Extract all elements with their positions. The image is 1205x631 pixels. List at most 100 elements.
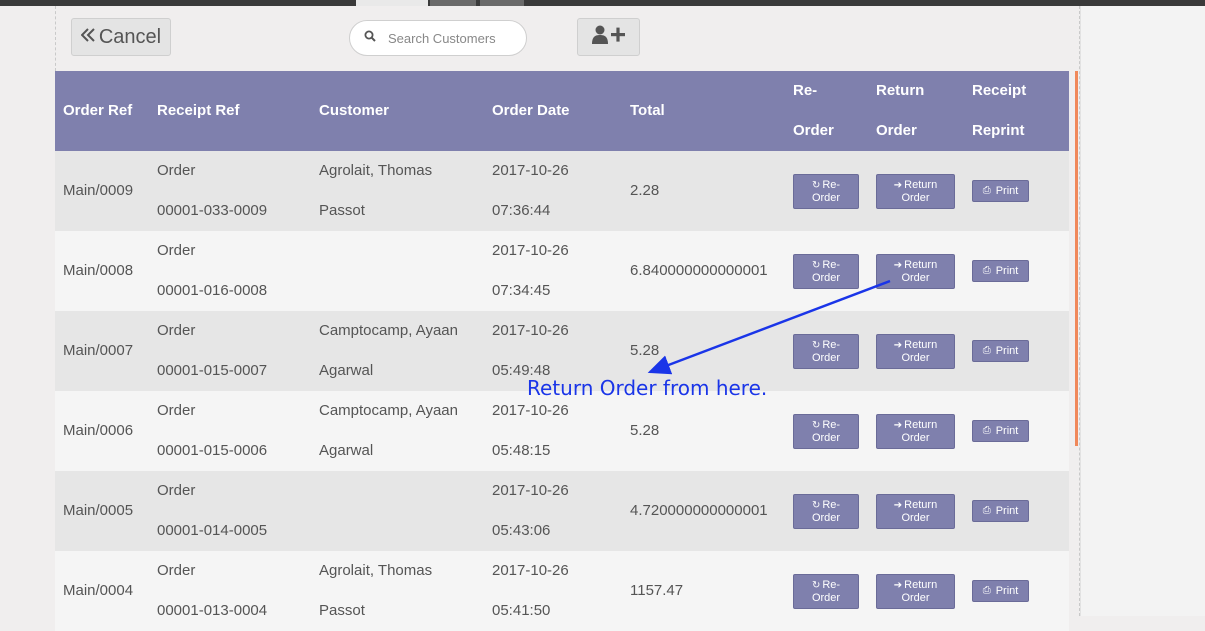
add-customer-button[interactable] [577,18,640,56]
cell-return: ➔ Return Order [868,471,964,551]
reorder-button[interactable]: ↻ Re- Order [793,173,859,209]
cell-customer [311,471,484,551]
print-button[interactable]: ⎙ Print [972,340,1029,363]
print-button[interactable]: ⎙ Print [972,500,1029,523]
print-button[interactable]: ⎙ Print [972,420,1029,443]
right-side-panel [1080,6,1205,616]
cell-print: ⎙ Print [964,471,1069,551]
cell-receipt-ref: Order 00001-015-0006 [157,402,268,459]
table-row[interactable]: Main/0006 Order 00001-015-0006 Camptocamp, … [55,391,1069,471]
table-row[interactable]: Main/0005 Order 00001-014-0005 2017-10-26 05… [55,471,1069,551]
table-row[interactable]: Main/0004 Order 00001-013-0004 Agrolait, Th… [55,551,1069,631]
cell-reorder: ↻ Re- Order [785,231,868,311]
print-icon: ⎙ [982,505,991,517]
header-total[interactable]: Total [622,71,785,151]
search-box[interactable] [349,20,527,56]
return-order-button[interactable]: ➔ Return Order [876,173,955,209]
top-tab-bar [0,0,1205,6]
sign-in-icon: ➔ [893,179,903,191]
sign-in-icon: ➔ [893,499,903,511]
sign-in-icon: ➔ [893,579,903,591]
print-button[interactable]: ⎙ Print [972,580,1029,603]
return-order-button[interactable]: ➔ Return Order [876,333,955,369]
cell-order-date: 2017-10-26 07:34:45 [492,242,569,299]
return-order-button[interactable]: ➔ Return Order [876,413,955,449]
cell-customer: Camptocamp, Ayaan Agarwal [319,402,458,459]
cell-print: ⎙ Print [964,311,1069,391]
print-icon: ⎙ [982,425,991,437]
orders-table: Order Ref Receipt Ref Customer Order Dat… [55,71,1069,631]
cell-print: ⎙ Print [964,231,1069,311]
cell-order-ref: Main/0006 [63,422,134,439]
cell-order-ref: Main/0007 [63,342,134,359]
user-plus-icon [591,25,626,50]
cell-receipt-ref: Order 00001-014-0005 [157,482,268,539]
cell-receipt-ref: Order 00001-016-0008 [157,242,268,299]
cancel-button[interactable]: Cancel [71,18,171,56]
reorder-button[interactable]: ↻ Re- Order [793,573,859,609]
print-button[interactable]: ⎙ Print [972,180,1029,203]
cell-receipt-ref: Order 00001-033-0009 [157,162,268,219]
refresh-icon: ↻ [811,419,821,431]
table-row[interactable]: Main/0008 Order 00001-016-0008 2017-10-26 07… [55,231,1069,311]
cell-total: 4.720000000000001 [630,502,768,519]
table-header-row: Order Ref Receipt Ref Customer Order Dat… [55,71,1069,151]
reorder-button[interactable]: ↻ Re- Order [793,413,859,449]
header-receipt-ref[interactable]: Receipt Ref [149,71,311,151]
top-tab-active[interactable] [356,0,428,6]
annotation-text: Return Order from here. [527,376,768,400]
cell-order-ref: Main/0009 [63,182,134,199]
cell-order-ref: Main/0008 [63,262,134,279]
cell-reorder: ↻ Re- Order [785,311,868,391]
print-button[interactable]: ⎙ Print [972,260,1029,283]
header-order-ref[interactable]: Order Ref [55,71,149,151]
return-order-button[interactable]: ➔ Return Order [876,493,955,529]
refresh-icon: ↻ [811,499,821,511]
cell-reorder: ↻ Re- Order [785,391,868,471]
cell-customer: Camptocamp, Ayaan Agarwal [319,322,458,379]
header-order-date[interactable]: Order Date [484,71,622,151]
cell-order-date: 2017-10-26 05:43:06 [492,482,569,539]
return-order-button[interactable]: ➔ Return Order [876,573,955,609]
panel-border-right [1079,6,1080,616]
table-row[interactable]: Main/0009 Order 00001-033-0009 Agrolait, Th… [55,151,1069,231]
scroll-indicator[interactable] [1075,71,1078,446]
cell-order-date: 2017-10-26 07:36:44 [492,162,569,219]
reorder-button[interactable]: ↻ Re- Order [793,493,859,529]
header-customer[interactable]: Customer [311,71,484,151]
print-icon: ⎙ [982,185,991,197]
cell-return: ➔ Return Order [868,391,964,471]
search-input[interactable] [386,29,520,47]
reorder-button[interactable]: ↻ Re- Order [793,253,859,289]
cell-total: 1157.47 [630,582,684,599]
panel-border-left [55,6,56,71]
cell-receipt-ref: Order 00001-015-0007 [157,322,268,379]
cell-reorder: ↻ Re- Order [785,471,868,551]
cell-reorder: ↻ Re- Order [785,551,868,631]
top-tab[interactable] [430,0,476,6]
search-icon [364,29,376,47]
header-receipt-reprint: Receipt Reprint [972,82,1027,139]
cell-order-ref: Main/0004 [63,582,134,599]
cell-customer: Agrolait, Thomas Passot [319,162,433,219]
cell-order-date: 2017-10-26 05:41:50 [492,562,569,619]
cell-total: 6.840000000000001 [630,262,768,279]
sign-in-icon: ➔ [893,259,903,271]
cancel-label: Cancel [98,25,162,48]
top-tab[interactable] [480,0,524,6]
cell-print: ⎙ Print [964,151,1069,231]
reorder-button[interactable]: ↻ Re- Order [793,333,859,369]
cell-reorder: ↻ Re- Order [785,151,868,231]
cell-return: ➔ Return Order [868,151,964,231]
header-return-order: Return Order [876,82,925,139]
return-order-button[interactable]: ➔ Return Order [876,253,955,289]
cell-total: 5.28 [630,422,660,439]
cell-order-ref: Main/0005 [63,502,134,519]
refresh-icon: ↻ [811,179,821,191]
cell-print: ⎙ Print [964,391,1069,471]
cell-customer: Agrolait, Thomas Passot [319,562,433,619]
cell-customer [311,231,484,311]
refresh-icon: ↻ [811,339,821,351]
print-icon: ⎙ [982,265,991,277]
refresh-icon: ↻ [811,259,821,271]
